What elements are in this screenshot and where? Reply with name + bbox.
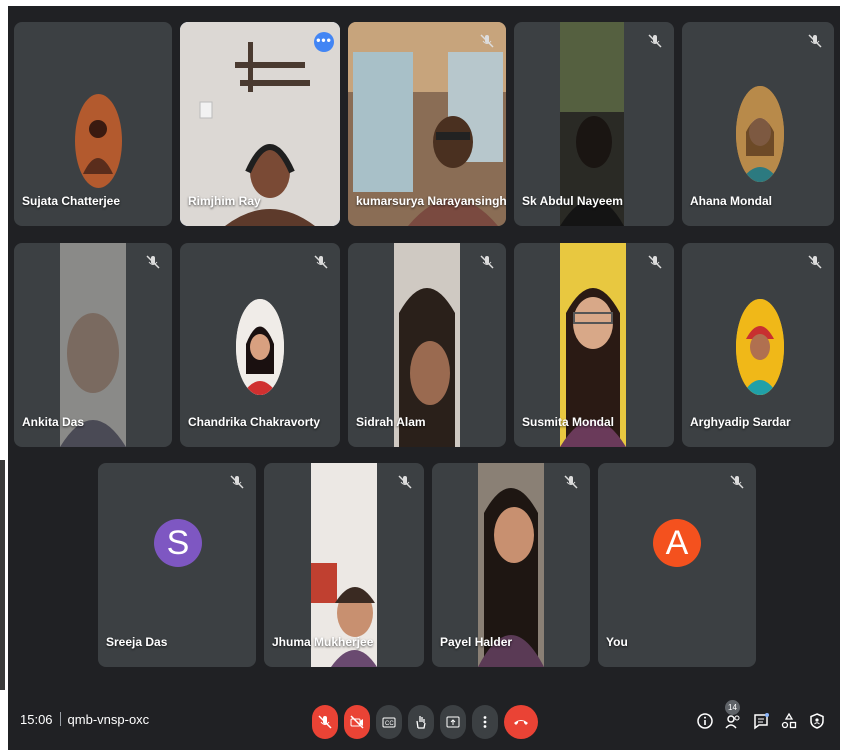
participant-tile-sujata[interactable]: Sujata Chatterjee: [14, 22, 172, 226]
mic-off-icon: [646, 253, 664, 271]
mic-off-icon: [228, 473, 246, 491]
participant-name: Sidrah Alam: [356, 415, 426, 429]
participant-name: Arghyadip Sardar: [690, 415, 791, 429]
mic-off-icon: [312, 253, 330, 271]
meeting-info: 15:06 qmb-vnsp-oxc: [20, 712, 149, 727]
participant-name: Sujata Chatterjee: [22, 194, 121, 208]
participant-name: Ankita Das: [22, 415, 85, 429]
chat-button[interactable]: [750, 710, 772, 732]
mic-off-icon: [646, 32, 664, 50]
current-time: 15:06: [20, 712, 53, 727]
more-vert-icon: [483, 716, 487, 728]
participant-name: Payel Halder: [440, 635, 513, 649]
participant-tile-nayeem[interactable]: Sk Abdul Nayeem: [514, 22, 674, 226]
participant-tile-rimjhim[interactable]: ••• Rimjhim Ray: [180, 22, 340, 226]
mic-off-icon: [806, 253, 824, 271]
host-controls-icon: [810, 713, 824, 729]
mic-off-icon: [144, 253, 162, 271]
participant-tile-kumarsurya[interactable]: kumarsurya Narayansingh: [348, 22, 506, 226]
mic-off-icon: [478, 253, 496, 271]
participant-tile-ankita[interactable]: Ankita Das: [14, 243, 172, 447]
avatar: [736, 299, 784, 395]
host-controls-button[interactable]: [806, 710, 828, 732]
leave-call-button[interactable]: [504, 705, 538, 739]
more-options-button[interactable]: [472, 705, 498, 739]
mic-off-icon: [396, 473, 414, 491]
call-end-icon: [514, 720, 528, 725]
avatar: [236, 299, 284, 395]
participant-tile-sreeja[interactable]: S Sreeja Das: [98, 463, 256, 667]
participant-tile-jhuma[interactable]: Jhuma Mukherjee: [264, 463, 424, 667]
mic-off-icon: [478, 32, 496, 50]
participant-tile-susmita[interactable]: Susmita Mondal: [514, 243, 674, 447]
info-icon: [697, 713, 713, 729]
participant-name: Chandrika Chakravorty: [188, 415, 321, 429]
svg-text:CC: CC: [385, 721, 394, 727]
participant-tile-ahana[interactable]: Ahana Mondal: [682, 22, 834, 226]
chat-icon: [754, 713, 769, 730]
participant-name: Ahana Mondal: [690, 194, 773, 208]
activities-button[interactable]: [778, 710, 800, 732]
mic-toggle-button[interactable]: [312, 705, 338, 739]
participant-name: Sreeja Das: [106, 635, 168, 649]
participant-name: Susmita Mondal: [522, 415, 615, 429]
meeting-details-button[interactable]: [694, 710, 716, 732]
present-icon: [446, 716, 460, 728]
avatar: [75, 94, 122, 188]
captions-icon: CC: [382, 717, 396, 728]
mic-off-icon: [806, 32, 824, 50]
participant-name: Sk Abdul Nayeem: [522, 194, 623, 208]
meeting-code: qmb-vnsp-oxc: [67, 712, 150, 727]
mic-off-icon: [562, 473, 580, 491]
divider: [59, 712, 61, 726]
captions-button[interactable]: CC: [376, 705, 402, 739]
participant-tile-sidrah[interactable]: Sidrah Alam: [348, 243, 506, 447]
avatar-initial: A: [653, 519, 701, 567]
participant-tile-payel[interactable]: Payel Halder: [432, 463, 590, 667]
participant-name: Jhuma Mukherjee: [272, 635, 374, 649]
more-options-button[interactable]: •••: [314, 32, 334, 52]
control-bar: 15:06 qmb-vnsp-oxc CC 14: [8, 694, 840, 750]
avatar-initial: S: [154, 519, 202, 567]
participant-name: Rimjhim Ray: [188, 194, 261, 208]
camera-toggle-button[interactable]: [344, 705, 370, 739]
participant-tile-arghyadip[interactable]: Arghyadip Sardar: [682, 243, 834, 447]
participant-name: You: [606, 635, 628, 649]
meet-window: Sujata Chatterjee ••• Rimjhim Ray kumars…: [8, 6, 840, 750]
camera-off-icon: [350, 715, 364, 729]
page-edge-shadow: [0, 460, 5, 690]
raise-hand-icon: [416, 716, 426, 729]
participant-tile-you[interactable]: A You: [598, 463, 756, 667]
participant-name: kumarsurya Narayansingh: [356, 194, 506, 208]
participant-tile-chandrika[interactable]: Chandrika Chakravorty: [180, 243, 340, 447]
activities-icon: [781, 712, 797, 729]
avatar: [736, 86, 784, 182]
mic-off-icon: [318, 715, 332, 729]
people-button[interactable]: 14: [722, 700, 744, 732]
raise-hand-button[interactable]: [408, 705, 434, 739]
present-button[interactable]: [440, 705, 466, 739]
mic-off-icon: [728, 473, 746, 491]
participant-count-badge: 14: [725, 700, 740, 715]
